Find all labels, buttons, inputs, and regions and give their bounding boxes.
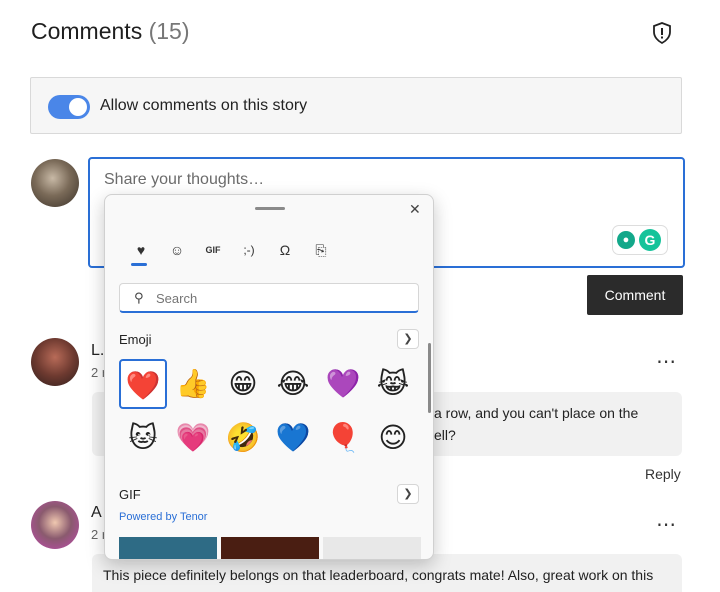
- emoji-grin[interactable]: 😁: [219, 359, 267, 409]
- reply-button[interactable]: Reply: [645, 466, 681, 482]
- symbols-icon[interactable]: Ω: [273, 239, 297, 261]
- emoji-blue-heart[interactable]: 💙: [269, 413, 317, 463]
- search-icon: ⚲: [134, 290, 144, 305]
- gif-icon[interactable]: GIF: [201, 239, 225, 261]
- emoji-joy[interactable]: 😂: [269, 359, 317, 409]
- emoji-smiley-icon[interactable]: ☺: [165, 239, 189, 261]
- lightbulb-icon[interactable]: ●: [617, 231, 635, 249]
- emoji-joy-cat[interactable]: 😹: [369, 359, 417, 409]
- tab-indicator: [131, 263, 147, 266]
- comment-button[interactable]: Comment: [587, 275, 683, 315]
- emoji-growing-heart[interactable]: 💗: [169, 413, 217, 463]
- chevron-right-icon[interactable]: ❯: [397, 484, 419, 504]
- allow-comments-toggle[interactable]: [48, 95, 90, 119]
- toggle-knob: [69, 98, 87, 116]
- chevron-right-icon[interactable]: ❯: [397, 329, 419, 349]
- more-options-icon[interactable]: ⋯: [656, 349, 677, 374]
- emoji-section-label: Emoji: [119, 332, 152, 347]
- kaomoji-icon[interactable]: ;-): [237, 239, 261, 261]
- grammarly-icon[interactable]: G: [639, 229, 661, 251]
- emoji-heart[interactable]: ❤️: [119, 359, 167, 409]
- emoji-panel: ✕ ♥ ☺ GIF ;-) Ω ⎘ ⚲ Emoji ❯ ❤️ 👍 😁 😂 💜 😹…: [104, 194, 434, 560]
- comments-header: Comments (15): [31, 18, 190, 45]
- comment-author[interactable]: A: [91, 504, 102, 522]
- allow-comments-label: Allow comments on this story: [100, 97, 308, 114]
- grammarly-widget[interactable]: ● G: [613, 226, 667, 254]
- emoji-blush[interactable]: 😊: [369, 413, 417, 463]
- clipboard-icon[interactable]: ⎘: [309, 239, 333, 261]
- allow-comments-box: Allow comments on this story: [30, 77, 682, 134]
- drag-handle[interactable]: [255, 207, 285, 210]
- emoji-rofl[interactable]: 🤣: [219, 413, 267, 463]
- shield-icon[interactable]: [652, 22, 672, 44]
- scrollbar[interactable]: [428, 343, 431, 413]
- close-icon[interactable]: ✕: [409, 201, 421, 218]
- gif-thumbnail[interactable]: [221, 537, 319, 559]
- powered-by-tenor[interactable]: Powered by Tenor: [119, 511, 207, 523]
- comment-text-line2: ell?: [434, 427, 456, 443]
- gif-thumbnail[interactable]: [119, 537, 217, 559]
- comment-text: This piece definitely belongs on that le…: [103, 567, 654, 583]
- comment-author[interactable]: L.: [91, 342, 104, 360]
- favorites-icon[interactable]: ♥: [129, 239, 153, 261]
- emoji-cat[interactable]: 🐱: [119, 413, 167, 463]
- comment-count: (15): [148, 18, 190, 44]
- emoji-search[interactable]: ⚲: [119, 283, 419, 313]
- gif-section-label: GIF: [119, 487, 141, 502]
- emoji-search-input[interactable]: [156, 289, 406, 307]
- emoji-balloon[interactable]: 🎈: [319, 413, 367, 463]
- comment-text: a row, and you can't place on the: [434, 405, 639, 421]
- emoji-tabs: ♥ ☺ GIF ;-) Ω ⎘: [121, 239, 351, 263]
- comment-placeholder: Share your thoughts…: [104, 171, 265, 188]
- emoji-purple-heart[interactable]: 💜: [319, 359, 367, 409]
- avatar: [31, 338, 79, 386]
- more-options-icon[interactable]: ⋯: [656, 512, 677, 537]
- avatar: [31, 159, 79, 207]
- emoji-thumbs-up[interactable]: 👍: [169, 359, 217, 409]
- avatar: [31, 501, 79, 549]
- gif-thumbnail[interactable]: [323, 537, 421, 559]
- page-title: Comments: [31, 18, 143, 44]
